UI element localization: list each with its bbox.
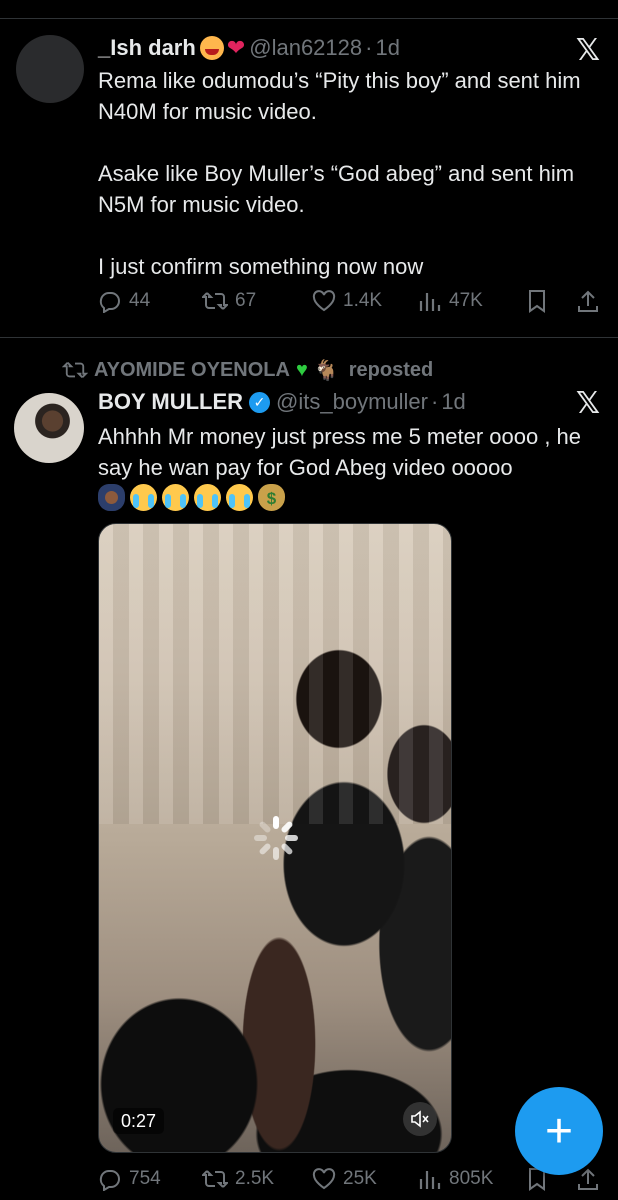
crying-face-icon bbox=[226, 483, 253, 511]
pray-icon bbox=[98, 483, 125, 511]
speaker-muted-icon bbox=[411, 1110, 429, 1128]
views-button[interactable]: 805K bbox=[418, 1167, 493, 1191]
handle[interactable]: @its_boymuller bbox=[276, 389, 428, 415]
heart-icon bbox=[312, 1168, 336, 1190]
views-icon bbox=[419, 293, 441, 311]
reply-icon bbox=[99, 291, 120, 313]
crying-face-icon bbox=[130, 483, 157, 511]
reposter-name[interactable]: AYOMIDE OYENOLA bbox=[94, 359, 290, 382]
tweet-1[interactable]: _Ish darh ❤ @lan62128 · 1d 𝕏 Rema like o… bbox=[0, 19, 618, 337]
tweet-paragraph: Rema like odumodu’s “Pity this boy” and … bbox=[98, 68, 581, 124]
reply-button[interactable]: 754 bbox=[98, 1167, 161, 1191]
like-button[interactable]: 25K bbox=[312, 1168, 377, 1190]
video-player[interactable]: 0:27 bbox=[98, 523, 452, 1153]
verified-badge-icon: ✓ bbox=[249, 391, 271, 413]
avatar[interactable] bbox=[16, 35, 84, 103]
red-heart-emoji-icon: ❤ bbox=[226, 35, 246, 60]
video-duration: 0:27 bbox=[113, 1108, 165, 1134]
loading-spinner-icon bbox=[254, 816, 298, 860]
tweet-age[interactable]: 1d bbox=[375, 35, 399, 61]
reply-button[interactable]: 44 bbox=[98, 289, 150, 313]
bookmark-button[interactable] bbox=[527, 289, 547, 313]
like-count: 25K bbox=[343, 1168, 377, 1189]
reply-icon bbox=[99, 1169, 120, 1191]
action-bar: 754 2.5K 25K 805K bbox=[98, 1163, 608, 1195]
goat-emoji-icon: 🐐 bbox=[313, 359, 339, 382]
emoji-row: $ bbox=[98, 482, 285, 512]
share-button[interactable] bbox=[577, 289, 599, 313]
hot-face-emoji-icon bbox=[199, 36, 224, 60]
tweet-divider bbox=[0, 337, 618, 338]
repost-count: 2.5K bbox=[235, 1168, 275, 1189]
reply-count: 754 bbox=[129, 1168, 161, 1189]
avatar[interactable] bbox=[14, 393, 84, 463]
repost-button[interactable]: 67 bbox=[202, 289, 256, 313]
views-count: 47K bbox=[449, 290, 483, 311]
action-bar: 44 67 1.4K 47K bbox=[98, 285, 608, 317]
views-button[interactable]: 47K bbox=[418, 289, 483, 313]
share-button[interactable] bbox=[577, 1167, 599, 1191]
tweet-text: Ahhhh Mr money just press me 5 meter ooo… bbox=[98, 424, 582, 480]
money-bag-icon: $ bbox=[258, 483, 285, 511]
share-icon bbox=[578, 1168, 598, 1190]
repost-icon bbox=[202, 292, 228, 310]
like-count: 1.4K bbox=[343, 290, 383, 311]
repost-count: 67 bbox=[235, 290, 257, 311]
crying-face-icon bbox=[162, 483, 189, 511]
like-button[interactable]: 1.4K bbox=[312, 290, 382, 312]
crying-face-icon bbox=[194, 483, 221, 511]
separator: · bbox=[365, 35, 373, 60]
green-heart-emoji-icon: ♥ bbox=[295, 358, 308, 381]
tweet-header: BOY MULLER ✓ @its_boymuller · 1d bbox=[98, 386, 466, 418]
repost-button[interactable]: 2.5K bbox=[202, 1167, 274, 1191]
repost-icon bbox=[62, 362, 88, 378]
display-name[interactable]: _Ish darh bbox=[98, 35, 196, 61]
mute-button[interactable] bbox=[403, 1102, 437, 1136]
views-count: 805K bbox=[449, 1168, 494, 1189]
bookmark-icon bbox=[529, 290, 545, 313]
tweet-paragraph: I just confirm something now now bbox=[98, 254, 424, 279]
compose-post-button[interactable]: + bbox=[515, 1087, 603, 1175]
tweet-age[interactable]: 1d bbox=[441, 389, 465, 415]
views-icon bbox=[419, 1171, 441, 1189]
tweet-header: _Ish darh ❤ @lan62128 · 1d bbox=[98, 33, 400, 63]
x-logo-icon[interactable]: 𝕏 bbox=[576, 386, 600, 421]
repost-context[interactable]: AYOMIDE OYENOLA ♥ 🐐 reposted bbox=[62, 356, 433, 384]
handle[interactable]: @lan62128 bbox=[249, 35, 362, 61]
reposted-label: reposted bbox=[348, 358, 434, 381]
x-logo-icon[interactable]: 𝕏 bbox=[576, 33, 600, 68]
share-icon bbox=[578, 290, 598, 312]
display-name[interactable]: BOY MULLER bbox=[98, 389, 243, 415]
video-frame bbox=[99, 524, 451, 824]
reply-count: 44 bbox=[129, 290, 151, 311]
repost-icon bbox=[202, 1170, 228, 1188]
tweet-paragraph: Asake like Boy Muller’s “God abeg” and s… bbox=[98, 161, 575, 217]
tweet-text: Rema like odumodu’s “Pity this boy” and … bbox=[98, 65, 598, 282]
heart-icon bbox=[312, 290, 336, 312]
separator: · bbox=[430, 389, 439, 414]
